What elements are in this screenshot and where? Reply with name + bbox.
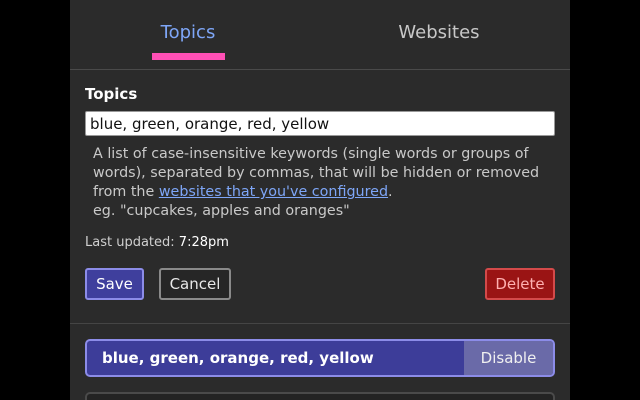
topic-list-item[interactable]: [85, 392, 555, 400]
cancel-button[interactable]: Cancel: [159, 268, 231, 300]
topics-input[interactable]: [85, 111, 555, 136]
disable-button[interactable]: Disable: [464, 341, 553, 375]
help-text: A list of case-insensitive keywords (sin…: [93, 145, 559, 221]
last-updated-label: Last updated:: [85, 235, 175, 250]
help-text-after: .: [388, 184, 393, 200]
topic-list-item[interactable]: blue, green, orange, red, yellow Disable: [85, 339, 555, 377]
topic-list-item-label: blue, green, orange, red, yellow: [102, 349, 374, 367]
editor-title: Topics: [85, 85, 138, 103]
tab-websites[interactable]: Websites: [390, 22, 488, 46]
last-updated-time: 7:28pm: [178, 235, 229, 250]
delete-button[interactable]: Delete: [485, 268, 555, 300]
tab-topics[interactable]: Topics: [152, 22, 224, 46]
topics-panel: Topics Websites Topics A list of case-in…: [70, 0, 570, 400]
last-updated: Last updated: 7:28pm: [85, 235, 229, 250]
active-tab-indicator: [152, 53, 225, 60]
tab-bar: Topics Websites: [70, 0, 570, 70]
save-button[interactable]: Save: [85, 268, 144, 300]
help-example: eg. "cupcakes, apples and oranges": [93, 203, 350, 219]
configured-websites-link[interactable]: websites that you've configured: [159, 184, 388, 200]
divider: [70, 323, 570, 324]
